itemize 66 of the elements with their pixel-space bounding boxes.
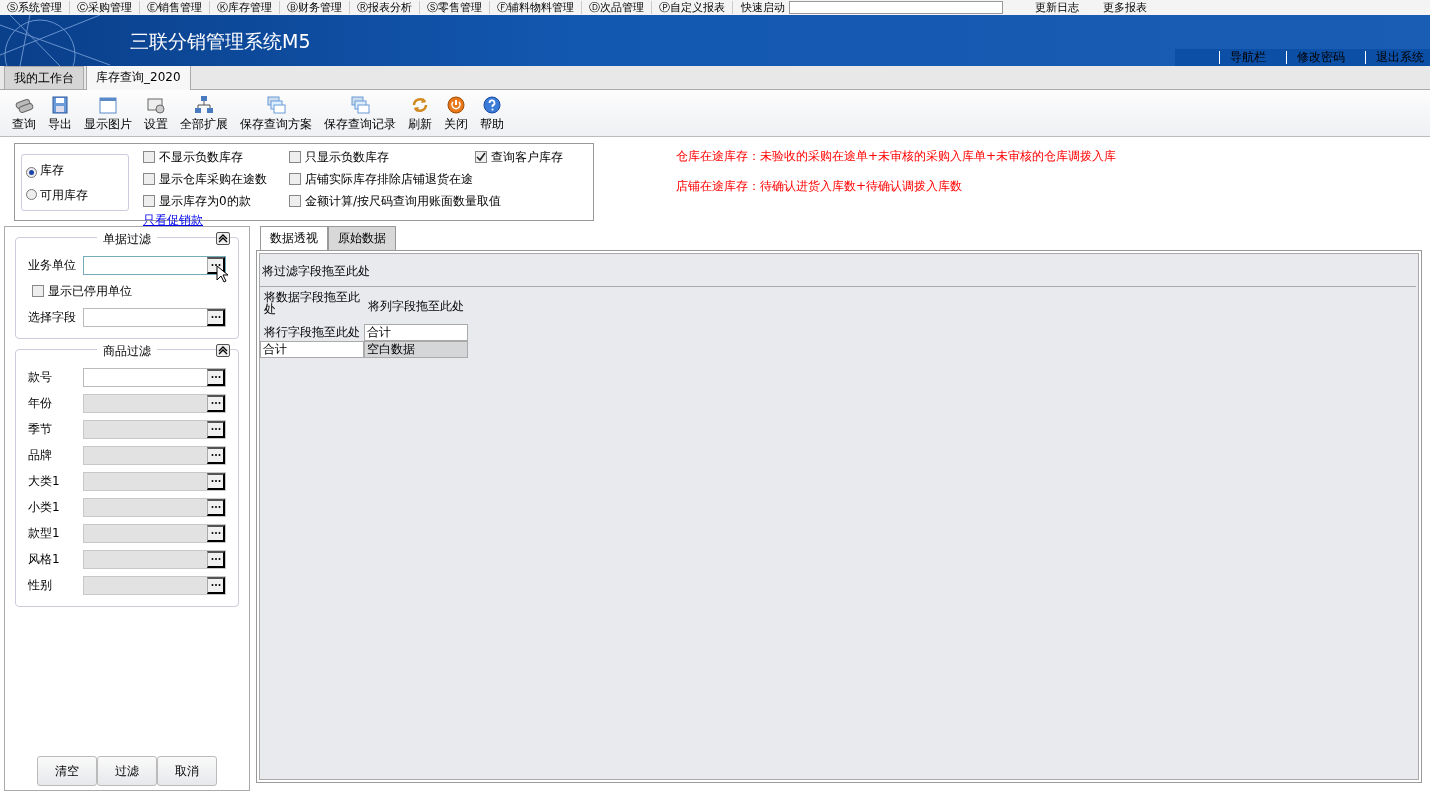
- field-label: 季节: [28, 421, 53, 438]
- checkbox-label: 显示库存为0的款: [159, 193, 251, 210]
- toolbar-button[interactable]: 设置: [138, 95, 174, 131]
- note-text: 仓库在途库存：未验收的采购在途单+未审核的采购入库单+未审核的仓库调拨入库: [676, 148, 1117, 165]
- toolbar-button[interactable]: 查询: [6, 95, 42, 131]
- toolbar-button[interactable]: 保存查询方案: [234, 95, 318, 131]
- radio-option[interactable]: 可用库存: [26, 186, 124, 205]
- row-drop-area: 将行字段拖至此处: [264, 323, 360, 341]
- quick-launch-label: 快速启动: [741, 1, 785, 14]
- window-tab[interactable]: 库存查询_2020: [86, 65, 191, 90]
- group-title: 商品过滤: [97, 342, 157, 360]
- field-label: 款型1: [28, 525, 61, 542]
- radio-label: 库存: [40, 162, 64, 177]
- checkbox-label: 显示已停用单位: [48, 283, 132, 300]
- result-tab[interactable]: 数据透视: [260, 226, 328, 251]
- toolbar-button[interactable]: 全部扩展: [174, 95, 234, 131]
- toolbar-button[interactable]: 帮助: [474, 95, 510, 131]
- field-label: 选择字段: [28, 309, 77, 326]
- menu-item[interactable]: Ⓓ次品管理: [582, 1, 652, 14]
- column-total-header: 合计: [364, 324, 468, 341]
- app-title: 三联分销管理系统M5: [130, 29, 311, 54]
- menu-link[interactable]: 更多报表: [1103, 1, 1147, 14]
- data-drop-area: 将数据字段拖至此处: [264, 291, 364, 315]
- field-label: 小类1: [28, 499, 61, 516]
- radio-option[interactable]: 库存: [26, 160, 124, 179]
- menu-item[interactable]: Ⓕ辅料物料管理: [490, 1, 582, 14]
- field-label: 风格1: [28, 551, 61, 568]
- filter-drop-area: 将过滤字段拖至此处: [260, 254, 1416, 287]
- filter-button[interactable]: 清空: [37, 756, 97, 786]
- row-total-header: 合计: [260, 341, 364, 358]
- field-label: 年份: [28, 395, 53, 412]
- toolbar-button[interactable]: 保存查询记录: [318, 95, 402, 131]
- menu-item[interactable]: Ⓔ销售管理: [140, 1, 210, 14]
- result-tab[interactable]: 原始数据: [328, 226, 396, 250]
- group-title: 单据过滤: [97, 230, 157, 248]
- checkbox-label: 显示仓库采购在途数: [159, 171, 267, 188]
- field-label: 大类1: [28, 473, 61, 490]
- note-text: 店铺在途库存：待确认进货入库数+待确认调拨入库数: [676, 178, 964, 195]
- checkbox-label: 查询客户库存: [491, 149, 563, 166]
- field-label: 业务单位: [28, 257, 77, 274]
- menu-item[interactable]: Ⓢ系统管理: [0, 1, 70, 14]
- menu-item[interactable]: Ⓒ采购管理: [70, 1, 140, 14]
- toolbar-button[interactable]: 刷新: [402, 95, 438, 131]
- filter-button[interactable]: 取消: [157, 756, 217, 786]
- field-label: 款号: [28, 369, 53, 386]
- menu-item[interactable]: Ⓟ自定义报表: [652, 1, 733, 14]
- toolbar-button[interactable]: 关闭: [438, 95, 474, 131]
- column-drop-area: 将列字段拖至此处: [364, 297, 464, 315]
- field-label: 性别: [28, 577, 53, 594]
- checkbox-label: 店铺实际库存排除店铺退货在途: [305, 171, 473, 188]
- promo-link[interactable]: 只看促销款: [143, 211, 289, 229]
- menu-link[interactable]: 更新日志: [1027, 1, 1079, 14]
- checkbox-label: 只显示负数库存: [305, 149, 389, 166]
- filter-button[interactable]: 过滤: [97, 756, 157, 786]
- data-cell: 空白数据: [364, 341, 468, 358]
- toolbar-button[interactable]: 导出: [42, 95, 78, 131]
- checkbox-label: 金额计算/按尺码查询用账面数量取值: [305, 193, 502, 210]
- radio-label: 可用库存: [40, 188, 88, 203]
- menu-item[interactable]: Ⓡ报表分析: [350, 1, 420, 14]
- field-label: 品牌: [28, 447, 53, 464]
- menu-item[interactable]: Ⓢ零售管理: [420, 1, 490, 14]
- checkbox-label: 不显示负数库存: [159, 149, 243, 166]
- menu-item[interactable]: Ⓚ库存管理: [210, 1, 280, 14]
- toolbar-button[interactable]: 显示图片: [78, 95, 138, 131]
- menu-item[interactable]: Ⓑ财务管理: [280, 1, 350, 14]
- window-tab[interactable]: 我的工作台: [4, 66, 84, 89]
